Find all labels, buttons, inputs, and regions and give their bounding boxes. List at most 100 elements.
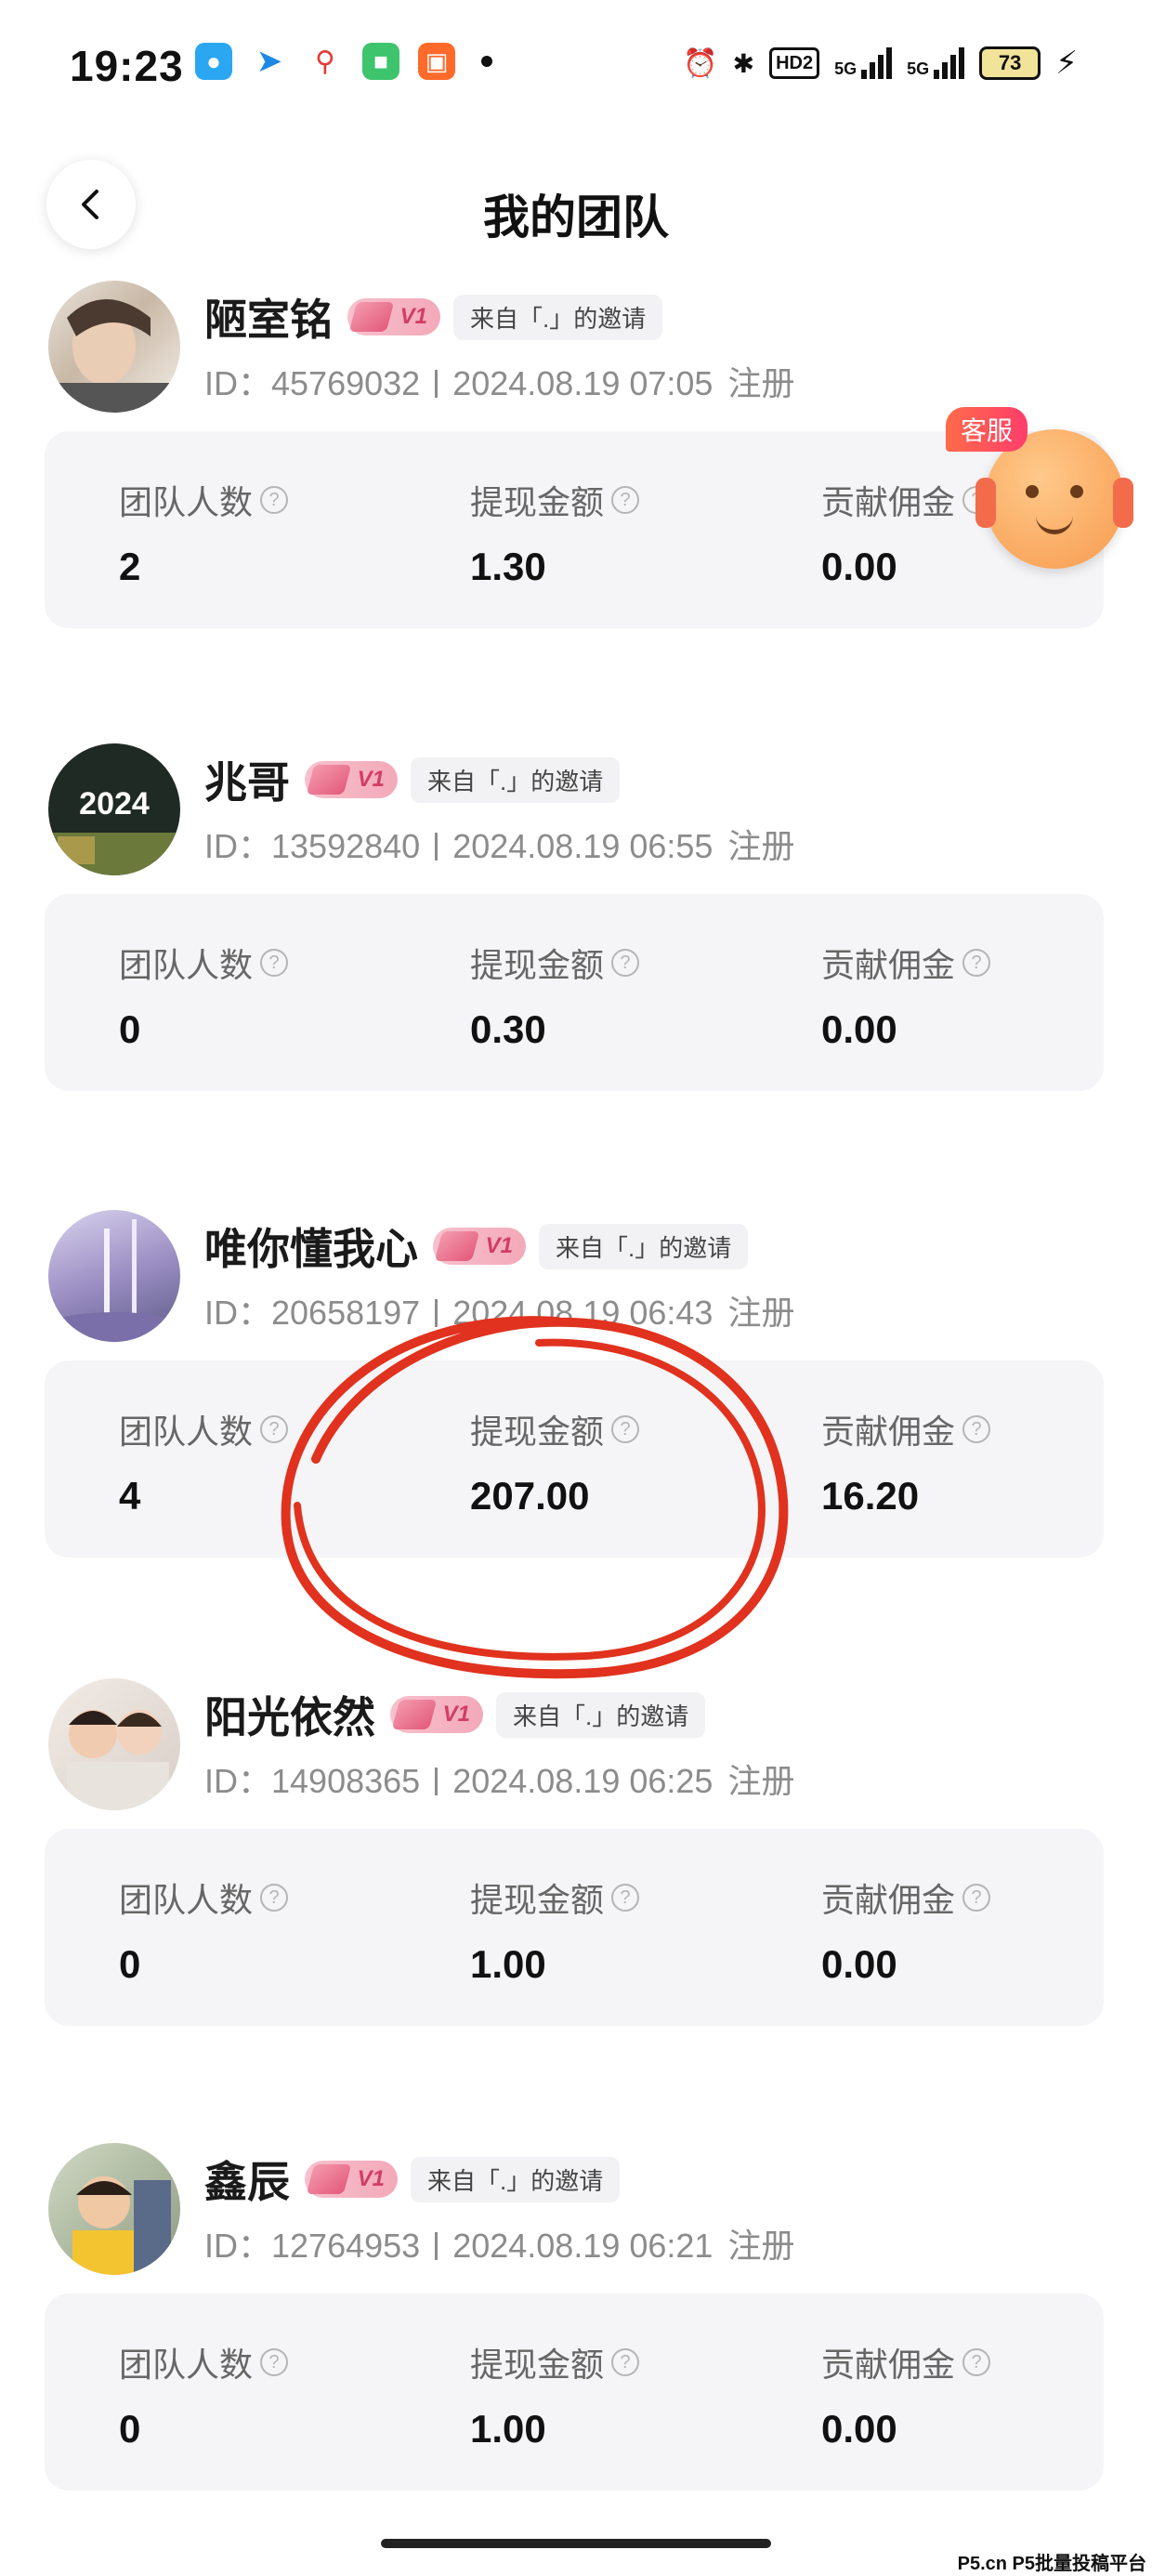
arrow-app-icon: ➤ — [251, 43, 288, 80]
battery-icon: 73 — [979, 46, 1041, 80]
watermark: P5.cn P5批量投稿平台 — [957, 2554, 1146, 2574]
withdraw-value: 0.30 — [470, 1007, 546, 1051]
wechat-icon: ■ — [362, 43, 399, 80]
help-icon[interactable]: ? — [260, 2348, 289, 2376]
more-notifications-dot — [481, 56, 492, 67]
status-bar: 19:23 ● ➤ ⚲ ■ ▣ ⏰ ✱ HD2 5G 5G 73 ⚡ — [0, 0, 1152, 139]
help-icon[interactable]: ? — [962, 2348, 991, 2376]
status-time: 19:23 — [70, 42, 184, 90]
customer-service-button[interactable]: 客服 — [946, 407, 1133, 574]
member-id: 13592840 — [271, 827, 421, 865]
withdraw-label: 提现金额 — [470, 1413, 605, 1451]
commission-label: 贡献佣金 — [821, 2346, 956, 2384]
bluetooth-icon: ✱ — [732, 48, 755, 78]
withdraw-value: 1.00 — [470, 1942, 546, 1986]
register-date: 2024.08.19 06:55 — [452, 827, 713, 865]
id-row: ID：13592840 2024.08.19 06:55 注册 — [204, 827, 795, 865]
team-count-label: 团队人数 — [119, 1881, 254, 1919]
avatar[interactable] — [48, 2143, 180, 2275]
register-date: 2024.08.19 06:25 — [452, 1762, 713, 1800]
commission-value: 16.20 — [821, 1474, 920, 1518]
member-id: 14908365 — [271, 1762, 421, 1800]
member-name: 鑫辰 — [204, 2158, 290, 2206]
team-count-label: 团队人数 — [119, 483, 254, 521]
team-count-label: 团队人数 — [119, 1413, 254, 1451]
help-icon[interactable]: ? — [611, 1884, 640, 1912]
team-count-label: 团队人数 — [119, 946, 254, 984]
team-count-value: 0 — [119, 1007, 141, 1051]
withdraw-label: 提现金额 — [470, 1881, 605, 1919]
member-name: 陋室铭 — [204, 296, 333, 344]
shop-icon: ▣ — [418, 43, 455, 80]
withdraw-label: 提现金额 — [470, 2346, 605, 2384]
help-icon[interactable]: ? — [611, 486, 640, 514]
withdraw-value: 1.00 — [470, 2407, 546, 2451]
id-row: ID：20658197 2024.08.19 06:43 注册 — [204, 1294, 795, 1332]
avatar[interactable]: 2024 — [48, 743, 180, 875]
avatar[interactable] — [48, 281, 180, 413]
help-icon[interactable]: ? — [611, 949, 640, 977]
status-right: ⏰ ✱ HD2 5G 5G 73 ⚡ — [683, 45, 1078, 82]
avatar[interactable] — [48, 1678, 180, 1810]
level-badge: V1 — [305, 2161, 398, 2198]
id-row: ID：12764953 2024.08.19 06:21 注册 — [204, 2227, 795, 2265]
team-count-label: 团队人数 — [119, 2346, 254, 2384]
id-row: ID：14908365 2024.08.19 06:25 注册 — [204, 1762, 795, 1800]
withdraw-label: 提现金额 — [470, 483, 605, 521]
stats-panel: 团队人数?2 提现金额?1.30 贡献佣金?0.00 — [45, 431, 1104, 628]
page-title: 我的团队 — [483, 191, 669, 243]
help-icon[interactable]: ? — [611, 2348, 640, 2376]
register-date: 2024.08.19 07:05 — [452, 364, 713, 402]
team-count-value: 0 — [119, 2407, 141, 2451]
team-count-value: 4 — [119, 1474, 141, 1518]
notification-icons: ● ➤ ⚲ ■ ▣ — [195, 43, 492, 80]
register-date: 2024.08.19 06:43 — [452, 1294, 713, 1332]
member-id: 12764953 — [271, 2227, 421, 2265]
hd-icon: HD2 — [769, 47, 820, 79]
help-icon[interactable]: ? — [962, 1884, 991, 1912]
commission-value: 0.00 — [821, 1942, 897, 1986]
signal-icon-2: 5G — [907, 47, 965, 79]
team-count-value: 2 — [119, 545, 141, 588]
register-date: 2024.08.19 06:21 — [452, 2227, 713, 2265]
alarm-icon: ⏰ — [683, 47, 718, 79]
map-pin-icon: ⚲ — [307, 43, 344, 80]
withdraw-value: 1.30 — [470, 545, 546, 588]
help-icon[interactable]: ? — [260, 1415, 289, 1443]
help-icon[interactable]: ? — [260, 486, 289, 514]
withdraw-value: 207.00 — [470, 1474, 590, 1518]
invite-tag: 来自「.」的邀请 — [411, 756, 621, 803]
member-name: 兆哥 — [204, 758, 290, 807]
help-icon[interactable]: ? — [260, 949, 289, 977]
invite-tag: 来自「.」的邀请 — [496, 1691, 706, 1738]
help-icon[interactable]: ? — [962, 949, 991, 977]
level-badge: V1 — [433, 1228, 526, 1265]
invite-tag: 来自「.」的邀请 — [411, 2156, 621, 2202]
withdraw-label: 提现金额 — [470, 946, 605, 984]
commission-label: 贡献佣金 — [821, 946, 956, 984]
member-id: 45769032 — [271, 364, 421, 402]
home-indicator[interactable] — [381, 2539, 771, 2548]
avatar[interactable] — [48, 1210, 180, 1342]
level-badge: V1 — [390, 1696, 483, 1733]
service-label: 客服 — [946, 407, 1028, 452]
signal-icon-1: 5G — [834, 47, 893, 79]
id-row: ID：45769032 2024.08.19 07:05 注册 — [204, 364, 795, 402]
invite-tag: 来自「.」的邀请 — [539, 1223, 749, 1269]
member-id: 20658197 — [271, 1294, 421, 1332]
level-badge: V1 — [347, 298, 440, 335]
charging-icon: ⚡ — [1055, 46, 1078, 81]
help-icon[interactable]: ? — [260, 1884, 289, 1912]
level-badge: V1 — [305, 761, 398, 798]
stats-panel: 团队人数? 0 提现金额? 1.00 贡献佣金? 0.00 — [45, 2293, 1104, 2491]
help-icon[interactable]: ? — [962, 1415, 991, 1443]
help-icon[interactable]: ? — [611, 1415, 640, 1443]
member-name: 唯你懂我心 — [204, 1225, 418, 1273]
invite-tag: 来自「.」的邀请 — [453, 294, 663, 340]
avatar-text: 2024 — [79, 786, 150, 821]
team-count-value: 0 — [119, 1942, 141, 1986]
qq-icon: ● — [195, 43, 232, 80]
commission-label: 贡献佣金 — [821, 1413, 956, 1451]
member-name: 阳光依然 — [204, 1693, 375, 1741]
commission-label: 贡献佣金 — [821, 483, 956, 521]
